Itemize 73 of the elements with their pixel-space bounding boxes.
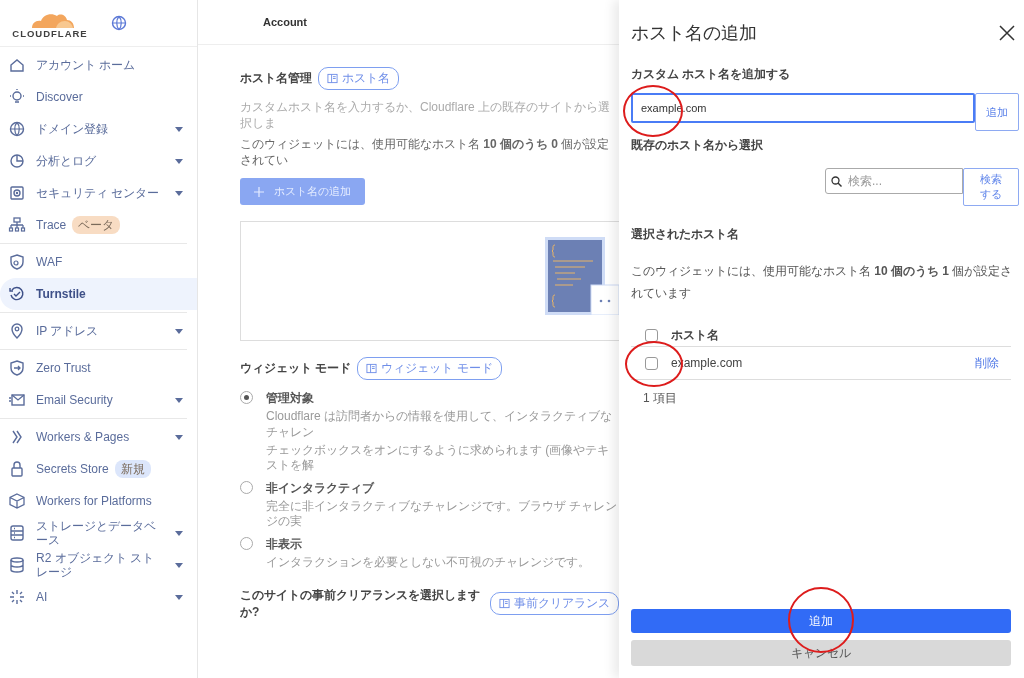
sidebar-item[interactable]: AI [0, 581, 187, 613]
row-checkbox[interactable] [645, 356, 658, 370]
sidebar-item[interactable]: ストレージとデータベース [0, 517, 187, 549]
column-header: ホスト名 [671, 326, 719, 344]
sidebar-item[interactable]: ドメイン登録 [0, 113, 187, 145]
add-button[interactable]: 追加 [975, 93, 1019, 131]
breadcrumb-title[interactable]: Account [263, 16, 307, 28]
sidebar-item[interactable]: Turnstile [0, 278, 197, 310]
sidebar-item[interactable]: WAF [0, 246, 187, 278]
field-label: 既存のホスト名から選択 [631, 137, 764, 154]
search-field[interactable]: 検索... [825, 168, 963, 194]
clock-check-icon [8, 285, 26, 303]
sidebar-item[interactable]: アカウント ホーム [0, 49, 187, 81]
sidebar-item[interactable]: Secrets Store 新規 [0, 453, 187, 485]
sidebar-item[interactable]: Email Security [0, 384, 187, 416]
delete-link[interactable]: 削除 [975, 354, 999, 372]
sidebar-item[interactable]: 分析とログ [0, 145, 187, 177]
plus-icon [254, 186, 264, 197]
sidebar-item[interactable]: Discover [0, 81, 187, 113]
docs-link[interactable]: ウィジェット モード [357, 357, 502, 381]
target-icon [8, 184, 26, 202]
book-icon [499, 598, 510, 610]
house-icon [8, 56, 26, 74]
section-heading: 選択されたホスト名 [631, 226, 740, 243]
shield-icon [8, 253, 26, 271]
cube-icon [8, 492, 26, 510]
description-text: カスタムホスト名を入力するか、Cloudflare 上の既存のサイトから選択しま [240, 100, 612, 132]
lightbulb-icon [8, 88, 26, 106]
add-button[interactable]: 追加 [631, 609, 1011, 633]
sidebar-item[interactable]: セキュリティ センター [0, 177, 187, 209]
option-description: インタラクションを必要としない不可視のチャレンジです。 [266, 554, 590, 571]
field-label: カスタム ホスト名を追加する [631, 66, 792, 83]
docs-link[interactable]: 事前クリアランス [490, 592, 619, 616]
hierarchy-icon [8, 216, 26, 234]
sidebar-item[interactable]: R2 オブジェクト ストレージ [0, 549, 187, 581]
radio-label: 管理対象 [266, 390, 315, 408]
close-icon[interactable] [999, 25, 1015, 41]
search-button[interactable]: 検索する [963, 168, 1019, 206]
hostname-count-text: このウィジェットには、使用可能なホスト名 10 個のうち 0 個が設定されてい [240, 137, 611, 169]
option-description: Cloudflare は訪問者からの情報を使用して、インタラクティブなチャレン [266, 409, 614, 441]
sparkles-icon [8, 588, 26, 606]
radio-label: 非インタラクティブ [266, 479, 376, 497]
globe-icon[interactable] [110, 14, 128, 32]
section-heading: ウィジェット モード [240, 360, 352, 378]
sidebar-badge: ベータ [72, 215, 121, 235]
sidebar-item[interactable]: Workers for Platforms [0, 485, 187, 517]
option-description: チェックボックスをオンにするように求められます (画像やテキストを解 [266, 442, 611, 474]
section-heading: ホスト名管理 [240, 70, 312, 87]
envelope-icon [8, 391, 26, 409]
sidebar-item[interactable]: Workers & Pages [0, 421, 187, 453]
item-count: 1 項目 [642, 390, 678, 408]
docs-link[interactable]: ホスト名 [318, 67, 399, 90]
database-icon [8, 556, 26, 574]
padlock-icon [8, 460, 26, 478]
pie-chart-icon [8, 152, 26, 170]
sidebar-badge: 新規 [114, 459, 151, 479]
database-list-icon [8, 524, 26, 542]
radio-label: 非表示 [266, 535, 303, 553]
sidebar-item[interactable]: Zero Trust [0, 352, 187, 384]
section-heading: このサイトの事前クリアランスを選択しますか? [240, 586, 481, 621]
hostname-count-text: このウィジェットには、使用可能なホスト名 10 個のうち 1 個が設定されています [631, 263, 1014, 302]
logo[interactable]: CLOUDFLARE [8, 7, 92, 39]
book-icon [327, 73, 338, 84]
drawer-title: ホスト名の追加 [631, 22, 757, 45]
location-pin-icon [8, 322, 26, 340]
shield-arrow-icon [8, 359, 26, 377]
globe-icon [8, 120, 26, 138]
select-all-checkbox[interactable] [645, 328, 658, 342]
sidebar-item[interactable]: Trace ベータ [0, 209, 187, 241]
book-icon [366, 363, 378, 375]
option-description: 完全に非インタラクティブなチャレンジです。ブラウザ チャレンジの実 [266, 498, 619, 530]
search-icon [831, 176, 842, 187]
sidebar-item[interactable]: IP アドレス [0, 315, 187, 347]
